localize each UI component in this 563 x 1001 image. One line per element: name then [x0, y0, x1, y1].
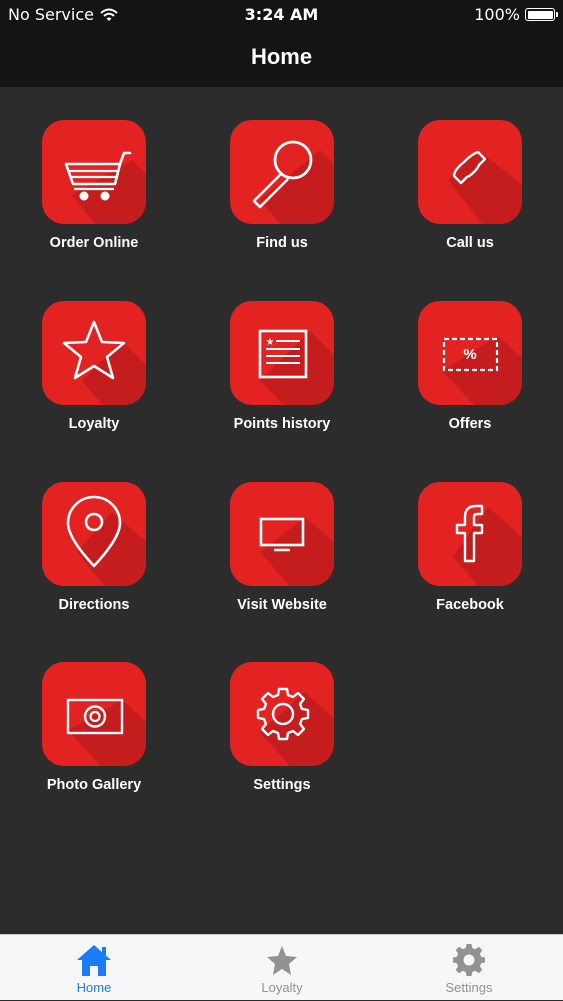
- facebook-icon: [455, 504, 484, 563]
- tile-order-online[interactable]: Order Online: [19, 120, 169, 251]
- status-right: 100%: [474, 5, 558, 24]
- monitor-icon: [259, 517, 305, 552]
- document-icon: ★: [258, 329, 308, 379]
- tile-photo-gallery-icon-box: [42, 662, 146, 766]
- magnifier-icon: [252, 140, 313, 209]
- map-pin-icon: [66, 495, 122, 568]
- gear-icon: [453, 944, 485, 976]
- tile-offers-icon-box: %: [418, 301, 522, 405]
- tile-points-history-label: Points history: [233, 416, 331, 432]
- tile-offers[interactable]: % Offers: [395, 301, 545, 432]
- tile-find-us[interactable]: Find us: [207, 120, 357, 251]
- tile-settings[interactable]: Settings: [207, 662, 357, 793]
- tile-directions[interactable]: Directions: [19, 482, 169, 613]
- gear-icon: [256, 687, 310, 741]
- cart-icon: [64, 151, 132, 201]
- home-icon: [77, 945, 111, 976]
- tile-points-history-icon-box: ★: [230, 301, 334, 405]
- tile-order-online-icon-box: [42, 120, 146, 224]
- tile-loyalty-icon-box: [42, 301, 146, 405]
- tile-facebook-icon-box: [418, 482, 522, 586]
- page-title: Home: [250, 44, 313, 69]
- tile-call-us-label: Call us: [446, 235, 494, 251]
- tile-call-us[interactable]: Call us: [395, 120, 545, 251]
- star-icon: [62, 320, 126, 380]
- tile-facebook-label: Facebook: [436, 597, 504, 613]
- coupon-percent-text: %: [463, 346, 477, 363]
- tile-find-us-icon-box: [230, 120, 334, 224]
- tab-home[interactable]: Home: [0, 935, 188, 1001]
- tile-offers-label: Offers: [448, 416, 492, 432]
- navigation-bar: Home: [0, 30, 563, 87]
- tile-directions-icon-box: [42, 482, 146, 586]
- tab-bar: Home Loyalty Settings: [0, 934, 563, 1000]
- camera-icon: [66, 698, 124, 735]
- tab-loyalty-label: Loyalty: [261, 980, 303, 995]
- tile-facebook[interactable]: Facebook: [395, 482, 545, 613]
- tile-find-us-label: Find us: [256, 235, 308, 251]
- tile-visit-website-label: Visit Website: [237, 597, 327, 613]
- tile-visit-website-icon-box: [230, 482, 334, 586]
- tile-settings-icon-box: [230, 662, 334, 766]
- battery-percent: 100%: [474, 5, 520, 24]
- tile-settings-label: Settings: [253, 777, 311, 793]
- tab-settings[interactable]: Settings: [375, 935, 563, 1001]
- tile-photo-gallery[interactable]: Photo Gallery: [19, 662, 169, 793]
- status-bar: No Service 3:24 AM 100%: [0, 0, 563, 30]
- tab-loyalty[interactable]: Loyalty: [188, 935, 376, 1001]
- tab-home-label: Home: [76, 980, 112, 995]
- battery-icon: [525, 8, 558, 21]
- star-icon: [267, 946, 297, 975]
- tile-visit-website[interactable]: Visit Website: [207, 482, 357, 613]
- tile-call-us-icon-box: [418, 120, 522, 224]
- tile-order-online-label: Order Online: [49, 235, 139, 251]
- svg-text:★: ★: [266, 337, 275, 348]
- tile-loyalty-label: Loyalty: [68, 416, 120, 432]
- tile-photo-gallery-label: Photo Gallery: [46, 777, 142, 793]
- tile-points-history[interactable]: ★ Points history: [207, 301, 357, 432]
- tab-settings-label: Settings: [445, 980, 493, 995]
- tile-directions-label: Directions: [58, 597, 130, 613]
- phone-icon: [452, 150, 487, 185]
- tile-loyalty[interactable]: Loyalty: [19, 301, 169, 432]
